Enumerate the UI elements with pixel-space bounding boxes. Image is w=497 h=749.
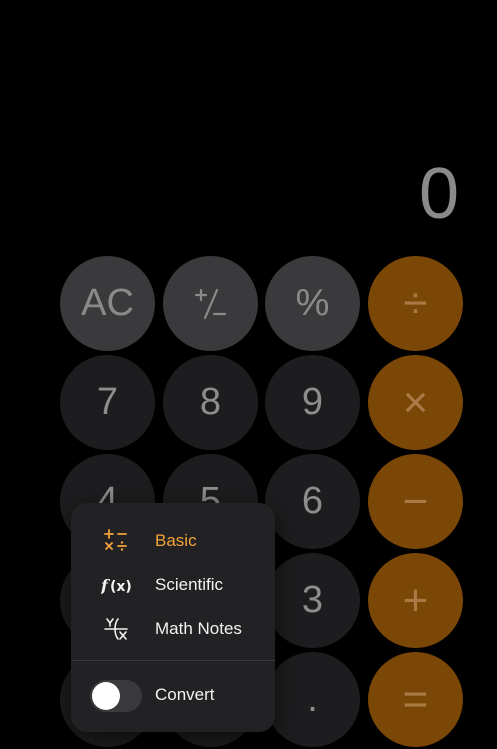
digit-8-button[interactable]: 8: [163, 355, 258, 450]
plus-minus-button[interactable]: [163, 256, 258, 351]
digit-3-button[interactable]: 3: [265, 553, 360, 648]
function-icon: ƒ (x): [101, 570, 131, 600]
menu-label-basic: Basic: [155, 531, 197, 550]
convert-toggle[interactable]: [90, 680, 142, 712]
svg-text:(x): (x): [110, 579, 131, 595]
menu-item-math-notes[interactable]: Math Notes: [71, 607, 275, 651]
calculator-mode-menu: Basic ƒ (x) Scientific Math Notes Conver…: [71, 503, 275, 732]
menu-label-convert: Convert: [155, 685, 215, 704]
menu-item-scientific[interactable]: ƒ (x) Scientific: [71, 563, 275, 607]
menu-item-basic[interactable]: Basic: [71, 519, 275, 563]
menu-label-scientific: Scientific: [155, 575, 224, 594]
percent-button[interactable]: %: [265, 256, 360, 351]
minus-button[interactable]: −: [368, 454, 463, 549]
ac-button[interactable]: AC: [60, 256, 155, 351]
digit-7-button[interactable]: 7: [60, 355, 155, 450]
plus-button[interactable]: +: [368, 553, 463, 648]
divide-button[interactable]: ÷: [368, 256, 463, 351]
equals-button[interactable]: =: [368, 652, 463, 747]
calculator-display: 0: [418, 154, 459, 234]
menu-divider: [71, 660, 275, 661]
menu-label-math-notes: Math Notes: [155, 619, 242, 638]
math-notes-icon: [101, 614, 131, 644]
plus-minus-icon: [194, 288, 226, 319]
decimal-button[interactable]: .: [265, 652, 360, 747]
digit-9-button[interactable]: 9: [265, 355, 360, 450]
toggle-knob: [92, 682, 120, 710]
basic-operators-icon: [101, 526, 131, 556]
multiply-button[interactable]: ×: [368, 355, 463, 450]
digit-6-button[interactable]: 6: [265, 454, 360, 549]
